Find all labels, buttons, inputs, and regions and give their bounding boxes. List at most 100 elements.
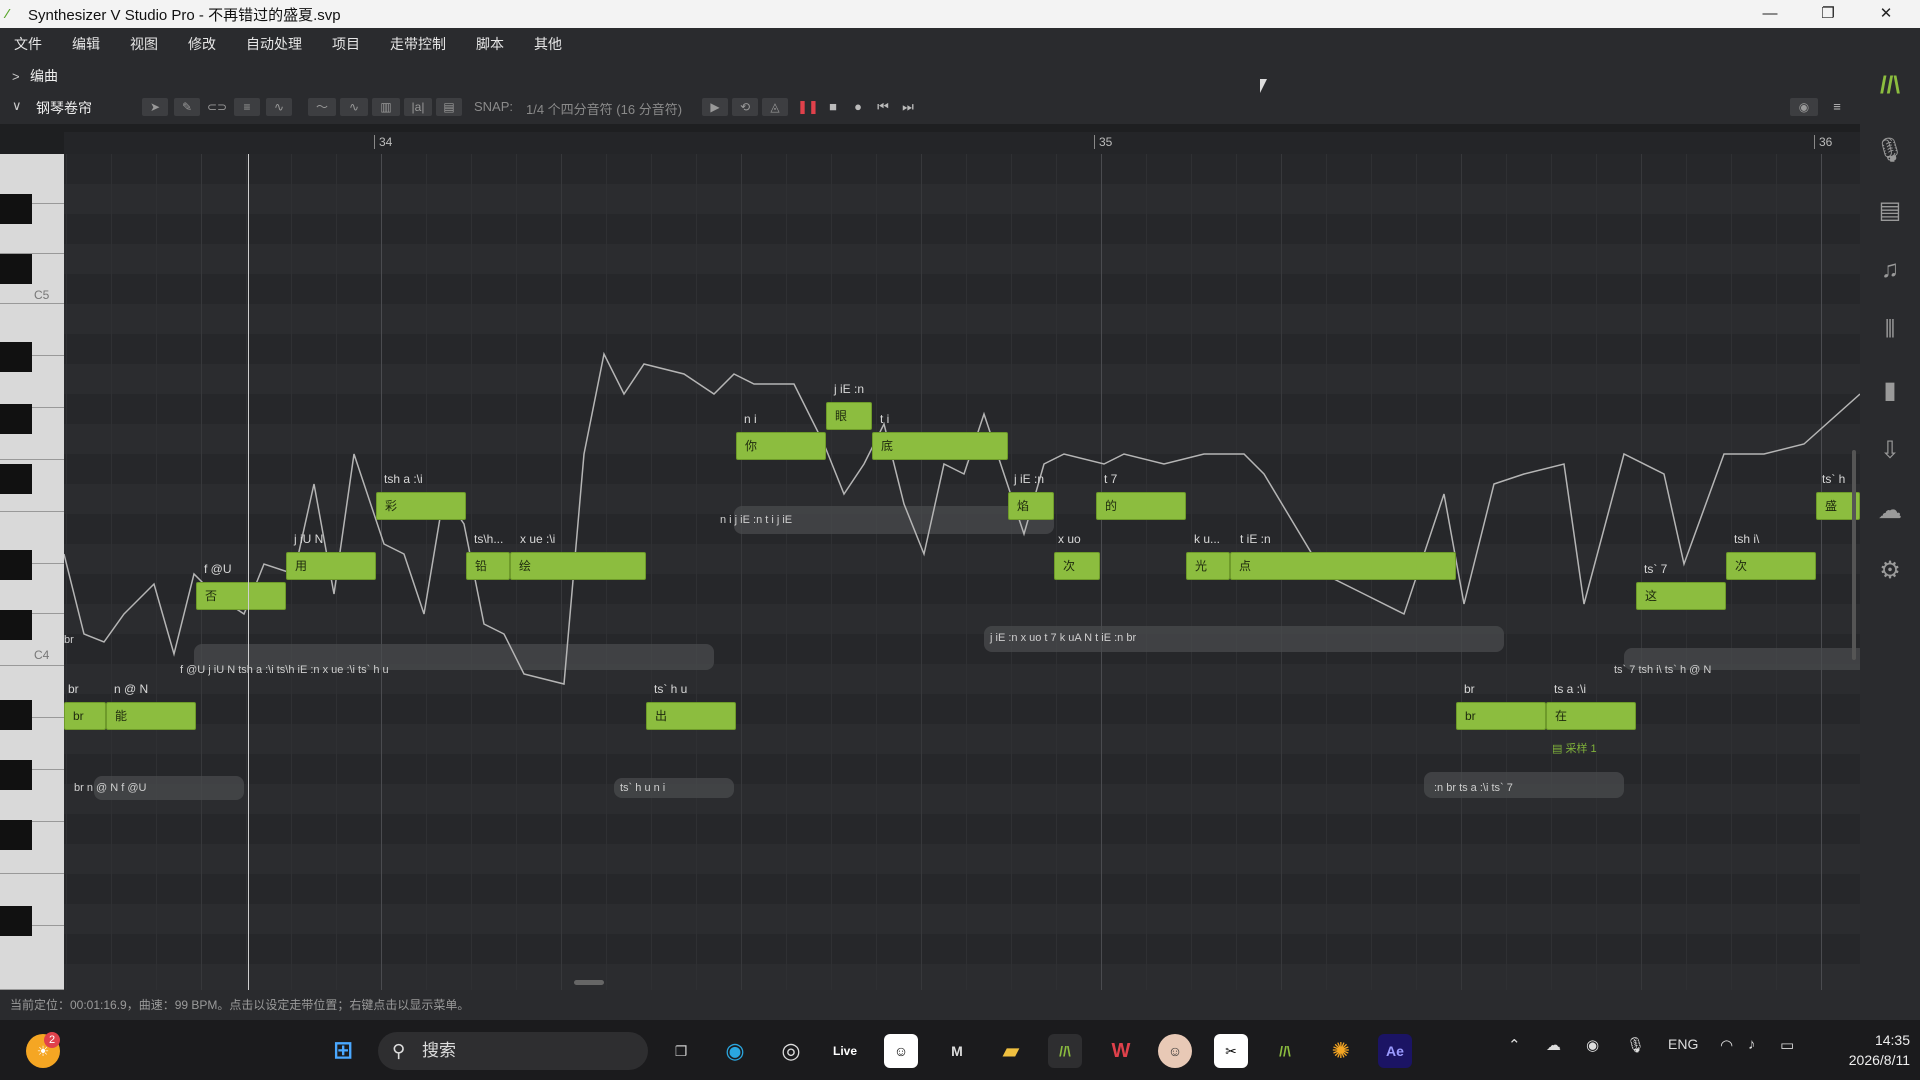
note[interactable]: 彩 bbox=[376, 492, 466, 520]
pen-tool-icon[interactable]: ✎ bbox=[174, 98, 200, 116]
piano-roll-grid[interactable]: f @U j iU N tsh a :\i ts\h iE :n x ue :\… bbox=[64, 154, 1860, 990]
hamburger-menu-icon[interactable]: ≡ bbox=[1826, 98, 1848, 116]
language-indicator[interactable]: ENG bbox=[1668, 1036, 1698, 1052]
menu-project[interactable]: 项目 bbox=[332, 34, 360, 54]
microphone-icon[interactable]: 🎙 bbox=[1860, 136, 1920, 165]
split-tool-icon[interactable]: ≡ bbox=[234, 98, 260, 116]
windows-start-icon[interactable]: ⊞ bbox=[326, 1034, 360, 1068]
maximize-button[interactable]: ❐ bbox=[1800, 0, 1856, 28]
pitch-mode-icon[interactable]: 〜 bbox=[308, 98, 336, 116]
export-icon[interactable]: ⇩ bbox=[1860, 436, 1920, 465]
color-wheel-icon[interactable]: ✺ bbox=[1324, 1034, 1358, 1068]
capcut-icon[interactable]: ✂ bbox=[1214, 1034, 1248, 1068]
black-key[interactable] bbox=[0, 760, 32, 790]
timeline-ruler[interactable]: 34 35 36 bbox=[64, 132, 1860, 154]
live-app-icon[interactable]: Live bbox=[828, 1034, 862, 1068]
menu-file[interactable]: 文件 bbox=[14, 34, 42, 54]
menu-view[interactable]: 视图 bbox=[130, 34, 158, 54]
system-clock[interactable]: 14:35 2026/8/11 bbox=[1826, 1030, 1910, 1070]
note[interactable]: 绘 bbox=[510, 552, 646, 580]
note[interactable]: 底 bbox=[872, 432, 1008, 460]
chevron-down-icon[interactable]: ∨ bbox=[12, 98, 22, 114]
note[interactable]: 出 bbox=[646, 702, 736, 730]
edge-browser-icon[interactable]: ◉ bbox=[718, 1034, 752, 1068]
note[interactable]: 这 bbox=[1636, 582, 1726, 610]
wps-icon[interactable]: W bbox=[1104, 1034, 1138, 1068]
loop-icon[interactable]: ⟲ bbox=[732, 98, 758, 116]
black-key[interactable] bbox=[0, 404, 32, 434]
clapper-icon[interactable]: ▤ bbox=[1860, 196, 1920, 225]
synthv-alt-icon[interactable]: //\ bbox=[1268, 1034, 1302, 1068]
synthv-taskbar-icon[interactable]: //\ bbox=[1048, 1034, 1082, 1068]
note[interactable]: 焰 bbox=[1008, 492, 1054, 520]
take-label[interactable]: ▤ 采样 1 bbox=[1552, 740, 1597, 756]
black-key[interactable] bbox=[0, 194, 32, 224]
wifi-icon[interactable]: ◠ bbox=[1720, 1036, 1733, 1054]
book-icon[interactable]: ▮ bbox=[1860, 376, 1920, 405]
snap-value[interactable]: 1/4 个四分音符 (16 分音符) bbox=[526, 99, 682, 118]
black-key[interactable] bbox=[0, 550, 32, 580]
menu-modify[interactable]: 修改 bbox=[188, 34, 216, 54]
note[interactable]: 铅 bbox=[466, 552, 510, 580]
taskbar-search[interactable]: ⚲ 搜索 bbox=[378, 1032, 648, 1070]
file-explorer-icon[interactable]: ▰ bbox=[994, 1034, 1028, 1068]
rewind-icon[interactable]: ⏮ bbox=[872, 98, 894, 116]
arrange-section-header[interactable]: > 编曲 bbox=[0, 60, 1860, 92]
note[interactable]: 你 bbox=[736, 432, 826, 460]
black-key[interactable] bbox=[0, 342, 32, 372]
microphone-tray-icon[interactable]: 🎙 bbox=[1626, 1036, 1645, 1054]
note[interactable]: 能 bbox=[106, 702, 196, 730]
after-effects-icon[interactable]: Ae bbox=[1378, 1034, 1412, 1068]
note[interactable]: 用 bbox=[286, 552, 376, 580]
link-tool-icon[interactable]: ⊂⊃ bbox=[204, 98, 230, 116]
avatar-app-icon[interactable]: ☺ bbox=[1158, 1034, 1192, 1068]
audio-app-icon[interactable]: M bbox=[940, 1034, 974, 1068]
onedrive-icon[interactable]: ☁ bbox=[1546, 1036, 1561, 1054]
piano-keyboard[interactable]: C5 C4 bbox=[0, 154, 64, 990]
library-icon[interactable]: ⫴ bbox=[1860, 316, 1920, 344]
chevron-right-icon[interactable]: > bbox=[12, 69, 30, 84]
stop-icon[interactable]: ■ bbox=[822, 98, 844, 116]
note[interactable]: br bbox=[1456, 702, 1546, 730]
black-key[interactable] bbox=[0, 464, 32, 494]
record-icon[interactable]: ● bbox=[847, 98, 869, 116]
tray-expand-icon[interactable]: ⌃ bbox=[1508, 1036, 1521, 1054]
metronome-icon[interactable]: ◬ bbox=[762, 98, 788, 116]
black-key[interactable] bbox=[0, 610, 32, 640]
vertical-scrollbar[interactable] bbox=[1852, 450, 1856, 660]
menu-other[interactable]: 其他 bbox=[534, 34, 562, 54]
close-button[interactable]: ✕ bbox=[1858, 0, 1914, 28]
curve-tool-icon[interactable]: ∿ bbox=[266, 98, 292, 116]
forward-icon[interactable]: ⏭ bbox=[897, 98, 919, 116]
black-key[interactable] bbox=[0, 906, 32, 936]
note[interactable]: 否 bbox=[196, 582, 286, 610]
music-note-icon[interactable]: ♫ bbox=[1860, 256, 1920, 284]
menu-scripts[interactable]: 脚本 bbox=[476, 34, 504, 54]
cloud-icon[interactable]: ☁ bbox=[1860, 496, 1920, 525]
gear-icon[interactable]: ⚙ bbox=[1860, 556, 1920, 585]
menu-transport[interactable]: 走带控制 bbox=[390, 34, 446, 54]
waveform-mode-icon[interactable]: ▥ bbox=[372, 98, 400, 116]
volume-icon[interactable]: ♪ bbox=[1748, 1036, 1756, 1053]
black-key[interactable] bbox=[0, 820, 32, 850]
note[interactable]: 次 bbox=[1726, 552, 1816, 580]
camera-icon[interactable]: ◉ bbox=[1790, 98, 1818, 116]
clapper-mode-icon[interactable]: ▤ bbox=[436, 98, 462, 116]
note[interactable]: 在 bbox=[1546, 702, 1636, 730]
qq-icon[interactable]: ☺ bbox=[884, 1034, 918, 1068]
play-from-icon[interactable]: ▶ bbox=[702, 98, 728, 116]
lyrics-mode-icon[interactable]: |a| bbox=[404, 98, 432, 116]
minimize-button[interactable]: — bbox=[1742, 0, 1798, 28]
note[interactable]: 光 bbox=[1186, 552, 1230, 580]
task-view-icon[interactable]: ❐ bbox=[664, 1034, 698, 1068]
note[interactable]: br bbox=[64, 702, 106, 730]
obs-icon[interactable]: ◎ bbox=[774, 1034, 808, 1068]
horizontal-scrollbar[interactable] bbox=[574, 980, 604, 985]
battery-icon[interactable]: ▭ bbox=[1780, 1036, 1794, 1054]
note[interactable]: 的 bbox=[1096, 492, 1186, 520]
black-key[interactable] bbox=[0, 254, 32, 284]
pause-icon[interactable]: ❚❚ bbox=[797, 98, 819, 116]
tray-app-icon[interactable]: ◉ bbox=[1586, 1036, 1599, 1054]
playhead[interactable] bbox=[248, 154, 249, 990]
note[interactable]: 次 bbox=[1054, 552, 1100, 580]
